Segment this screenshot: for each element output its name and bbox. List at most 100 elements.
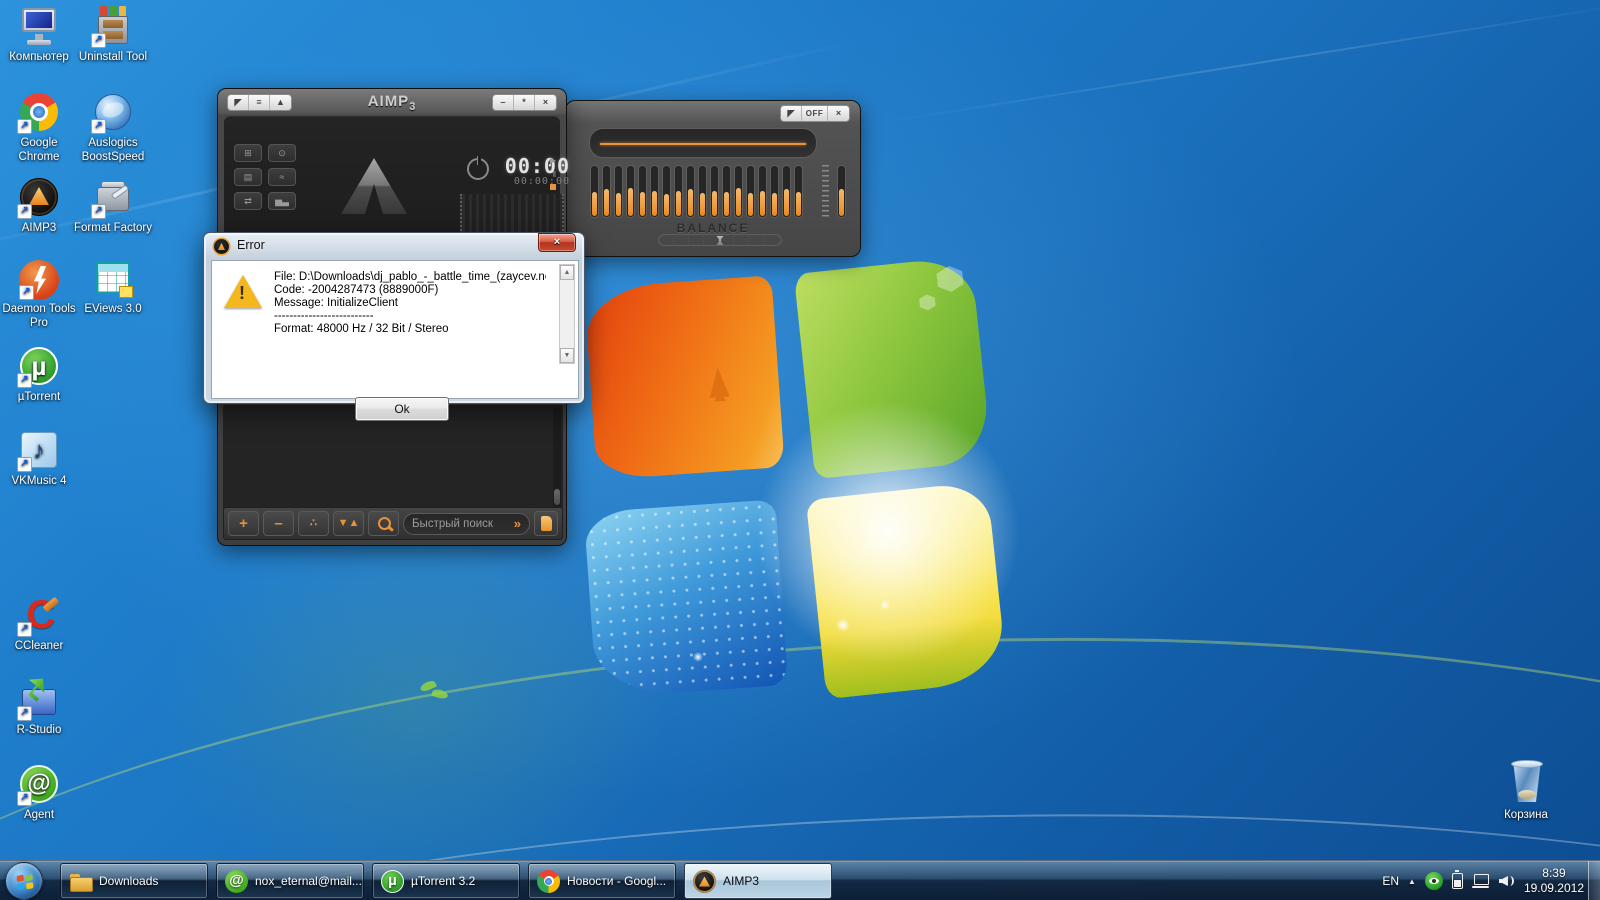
playlist-file-icon[interactable] bbox=[534, 511, 558, 536]
add-button[interactable]: + bbox=[228, 511, 259, 536]
icon-label: Компьютер bbox=[0, 51, 78, 65]
battery-icon[interactable] bbox=[1452, 873, 1463, 889]
show-desktop-button[interactable] bbox=[1588, 861, 1600, 900]
eq-band-slider[interactable] bbox=[686, 165, 695, 218]
equalizer-band-sliders bbox=[590, 165, 803, 218]
playlist-scroll-thumb[interactable] bbox=[554, 489, 560, 505]
minimize-button[interactable]: – bbox=[493, 95, 514, 110]
language-indicator[interactable]: EN bbox=[1382, 874, 1399, 888]
eq-band-slider[interactable] bbox=[698, 165, 707, 218]
power-icon[interactable] bbox=[467, 158, 489, 180]
wallpaper-light-streak bbox=[865, 0, 1600, 126]
desktop-icon-recycle-bin[interactable]: Корзина bbox=[1487, 760, 1565, 823]
network-icon[interactable] bbox=[1472, 874, 1490, 888]
playlist-scrollbar[interactable] bbox=[553, 407, 561, 509]
group-button[interactable]: ∴ bbox=[298, 511, 329, 536]
taskbar-button-mail-agent[interactable]: @ nox_eternal@mail... bbox=[216, 863, 364, 899]
playlist-toggle-button[interactable]: ⊞ bbox=[234, 144, 262, 162]
quick-search-input[interactable]: Быстрый поиск » bbox=[403, 513, 530, 535]
eq-band-slider[interactable] bbox=[602, 165, 611, 218]
desktop-icon-auslogics-boostspeed[interactable]: Auslogics BoostSpeed bbox=[74, 90, 152, 164]
desktop-icon-format-factory[interactable]: Format Factory bbox=[74, 175, 152, 236]
equalizer-off-button[interactable]: OFF bbox=[802, 106, 828, 121]
player-titlebar[interactable]: ◤ ≡ ▲ AIMP3 – * × bbox=[218, 89, 566, 115]
desktop-icon-daemon-tools[interactable]: Daemon Tools Pro bbox=[0, 260, 78, 330]
eq-band-slider[interactable] bbox=[794, 165, 803, 218]
eq-band-slider[interactable] bbox=[782, 165, 791, 218]
eq-band-slider[interactable] bbox=[770, 165, 779, 218]
desktop-icon-uninstall-tool[interactable]: Uninstall Tool bbox=[74, 4, 152, 65]
desktop-icon-vkmusic[interactable]: ♪ VKMusic 4 bbox=[0, 428, 78, 489]
icon-label: Agent bbox=[0, 809, 78, 823]
wallpaper-sparkle bbox=[880, 600, 890, 610]
search-icon[interactable] bbox=[368, 511, 399, 536]
icon-label: CCleaner bbox=[0, 640, 78, 654]
balance-thumb[interactable] bbox=[716, 236, 724, 245]
equalizer-close-button[interactable]: × bbox=[828, 106, 849, 121]
taskbar-button-downloads[interactable]: Downloads bbox=[60, 863, 208, 899]
eq-band-slider[interactable] bbox=[710, 165, 719, 218]
taskbar-button-label: Новости - Googl... bbox=[567, 874, 666, 888]
error-dialog-close-button[interactable]: × bbox=[538, 233, 576, 252]
desktop-icon-eviews[interactable]: EViews 3.0 bbox=[74, 256, 152, 317]
taskbar-button-aimp3[interactable]: AIMP3 bbox=[684, 863, 832, 899]
error-line-separator: -------------------------- bbox=[274, 310, 546, 323]
taskbar-button-label: µTorrent 3.2 bbox=[411, 874, 475, 888]
balance-slider[interactable] bbox=[658, 234, 782, 246]
scroll-up-icon[interactable]: ▲ bbox=[560, 265, 574, 280]
clock[interactable]: 8:39 19.09.2012 bbox=[1524, 866, 1584, 896]
remove-button[interactable]: – bbox=[263, 511, 294, 536]
eq-band-slider[interactable] bbox=[722, 165, 731, 218]
desktop-icon-google-chrome[interactable]: Google Chrome bbox=[0, 90, 78, 164]
desktop-icon-rstudio[interactable]: R-Studio bbox=[0, 677, 78, 738]
equalizer-toggle-button[interactable]: ▅▃ bbox=[268, 192, 296, 210]
sort-button[interactable]: ▼▲ bbox=[333, 511, 364, 536]
eq-band-slider[interactable] bbox=[638, 165, 647, 218]
taskbar-button-utorrent[interactable]: µ µTorrent 3.2 bbox=[372, 863, 520, 899]
error-line-file: File: D:\Downloads\dj_pablo_-_battle_tim… bbox=[274, 271, 546, 284]
window-corner-button[interactable]: ◤ bbox=[781, 106, 802, 121]
eq-preamp-slider[interactable] bbox=[837, 165, 846, 218]
desktop-icon-agent[interactable]: @ Agent bbox=[0, 762, 78, 823]
mini-play-icon[interactable]: ▶ bbox=[550, 156, 556, 165]
start-button[interactable] bbox=[5, 862, 43, 900]
desktop-icon-utorrent[interactable]: µ µTorrent bbox=[0, 344, 78, 405]
desktop-icon-aimp3[interactable]: AIMP3 bbox=[0, 175, 78, 236]
hidden-icons-button[interactable]: ▲ bbox=[1408, 877, 1416, 886]
eq-band-slider[interactable] bbox=[614, 165, 623, 218]
speaker-icon[interactable] bbox=[1499, 874, 1515, 888]
ok-button[interactable]: Ok bbox=[355, 397, 449, 421]
error-dialog-titlebar[interactable]: Error × bbox=[204, 233, 584, 259]
eq-band-slider[interactable] bbox=[758, 165, 767, 218]
radio-button[interactable]: ⊙ bbox=[268, 144, 296, 162]
desktop-icon-ccleaner[interactable]: C CCleaner bbox=[0, 593, 78, 654]
desktop-icon-computer[interactable]: Компьютер bbox=[0, 4, 78, 65]
wave-button[interactable]: ≈ bbox=[268, 168, 296, 186]
aimp-icon bbox=[17, 175, 61, 219]
icon-label: Корзина bbox=[1487, 809, 1565, 823]
uninstall-tool-icon bbox=[91, 4, 135, 48]
player-titlebar-right-buttons: – * × bbox=[492, 94, 557, 111]
shuffle-button[interactable]: ⇄ bbox=[234, 192, 262, 210]
eq-band-slider[interactable] bbox=[590, 165, 599, 218]
taskbar-button-chrome[interactable]: Новости - Googl... bbox=[528, 863, 676, 899]
chrome-icon bbox=[17, 90, 61, 134]
close-button[interactable]: × bbox=[535, 95, 556, 110]
mini-stop-icon[interactable] bbox=[550, 184, 556, 190]
eq-band-slider[interactable] bbox=[674, 165, 683, 218]
cover-button[interactable]: ▤ bbox=[234, 168, 262, 186]
mini-pause-icon[interactable]: ‖ bbox=[553, 170, 556, 179]
eq-band-slider[interactable] bbox=[650, 165, 659, 218]
error-dialog-scrollbar[interactable]: ▲ ▼ bbox=[559, 264, 575, 364]
eq-band-slider[interactable] bbox=[626, 165, 635, 218]
error-dialog: Error × File: D:\Downloads\dj_pablo_-_ba… bbox=[203, 232, 585, 404]
search-more-icon[interactable]: » bbox=[514, 514, 521, 534]
eq-band-slider[interactable] bbox=[662, 165, 671, 218]
time-display: 00:00 bbox=[492, 154, 570, 178]
scroll-down-icon[interactable]: ▼ bbox=[560, 348, 574, 363]
eq-band-slider[interactable] bbox=[734, 165, 743, 218]
tray-eye-icon[interactable] bbox=[1425, 872, 1443, 890]
always-on-top-button[interactable]: * bbox=[514, 95, 535, 110]
eq-band-slider[interactable] bbox=[746, 165, 755, 218]
taskbar-button-label: Downloads bbox=[99, 874, 158, 888]
